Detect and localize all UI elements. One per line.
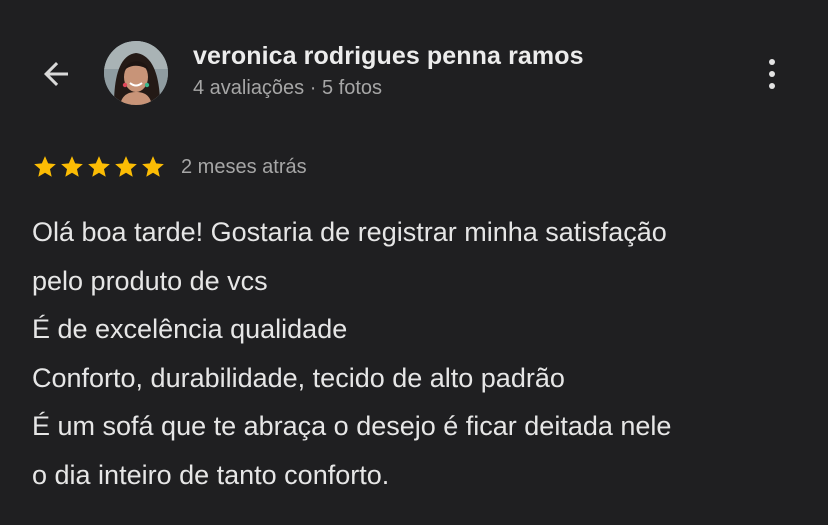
star-icon [115, 156, 137, 177]
star-icon [88, 156, 110, 177]
author-meta: 4 avaliações · 5 fotos [193, 77, 382, 99]
back-button[interactable] [34, 52, 78, 96]
review-date: 2 meses atrás [181, 155, 307, 178]
star-icon [61, 156, 83, 177]
review-line: É de excelência qualidade [32, 314, 348, 344]
review-line: pelo produto de vcs [32, 265, 268, 296]
star-icon [34, 156, 56, 177]
avatar[interactable] [104, 41, 168, 105]
review-line: o dia inteiro de tanto conforto. [32, 459, 390, 490]
rating-row: 2 meses atrás [32, 152, 307, 182]
avatar-photo [104, 41, 168, 105]
star-icon [142, 156, 164, 177]
more-vertical-icon [769, 59, 775, 65]
more-vertical-icon-dot [769, 71, 775, 77]
star-rating [32, 154, 166, 180]
more-vertical-icon-dot [769, 83, 775, 89]
arrow-back-icon [44, 62, 68, 86]
author-name[interactable]: veronica rodrigues penna ramos [193, 42, 584, 71]
review-line: Olá boa tarde! Gostaria de registrar min… [32, 217, 667, 247]
review-header: veronica rodrigues penna ramos 4 avaliaç… [0, 0, 828, 140]
review-line: É um sofá que te abraça o desejo é ficar… [32, 411, 672, 441]
review-text: Olá boa tarde! Gostaria de registrar min… [32, 208, 812, 499]
review-line: Conforto, durabilidade, tecido de alto p… [32, 362, 565, 393]
more-options-button[interactable] [752, 52, 792, 96]
